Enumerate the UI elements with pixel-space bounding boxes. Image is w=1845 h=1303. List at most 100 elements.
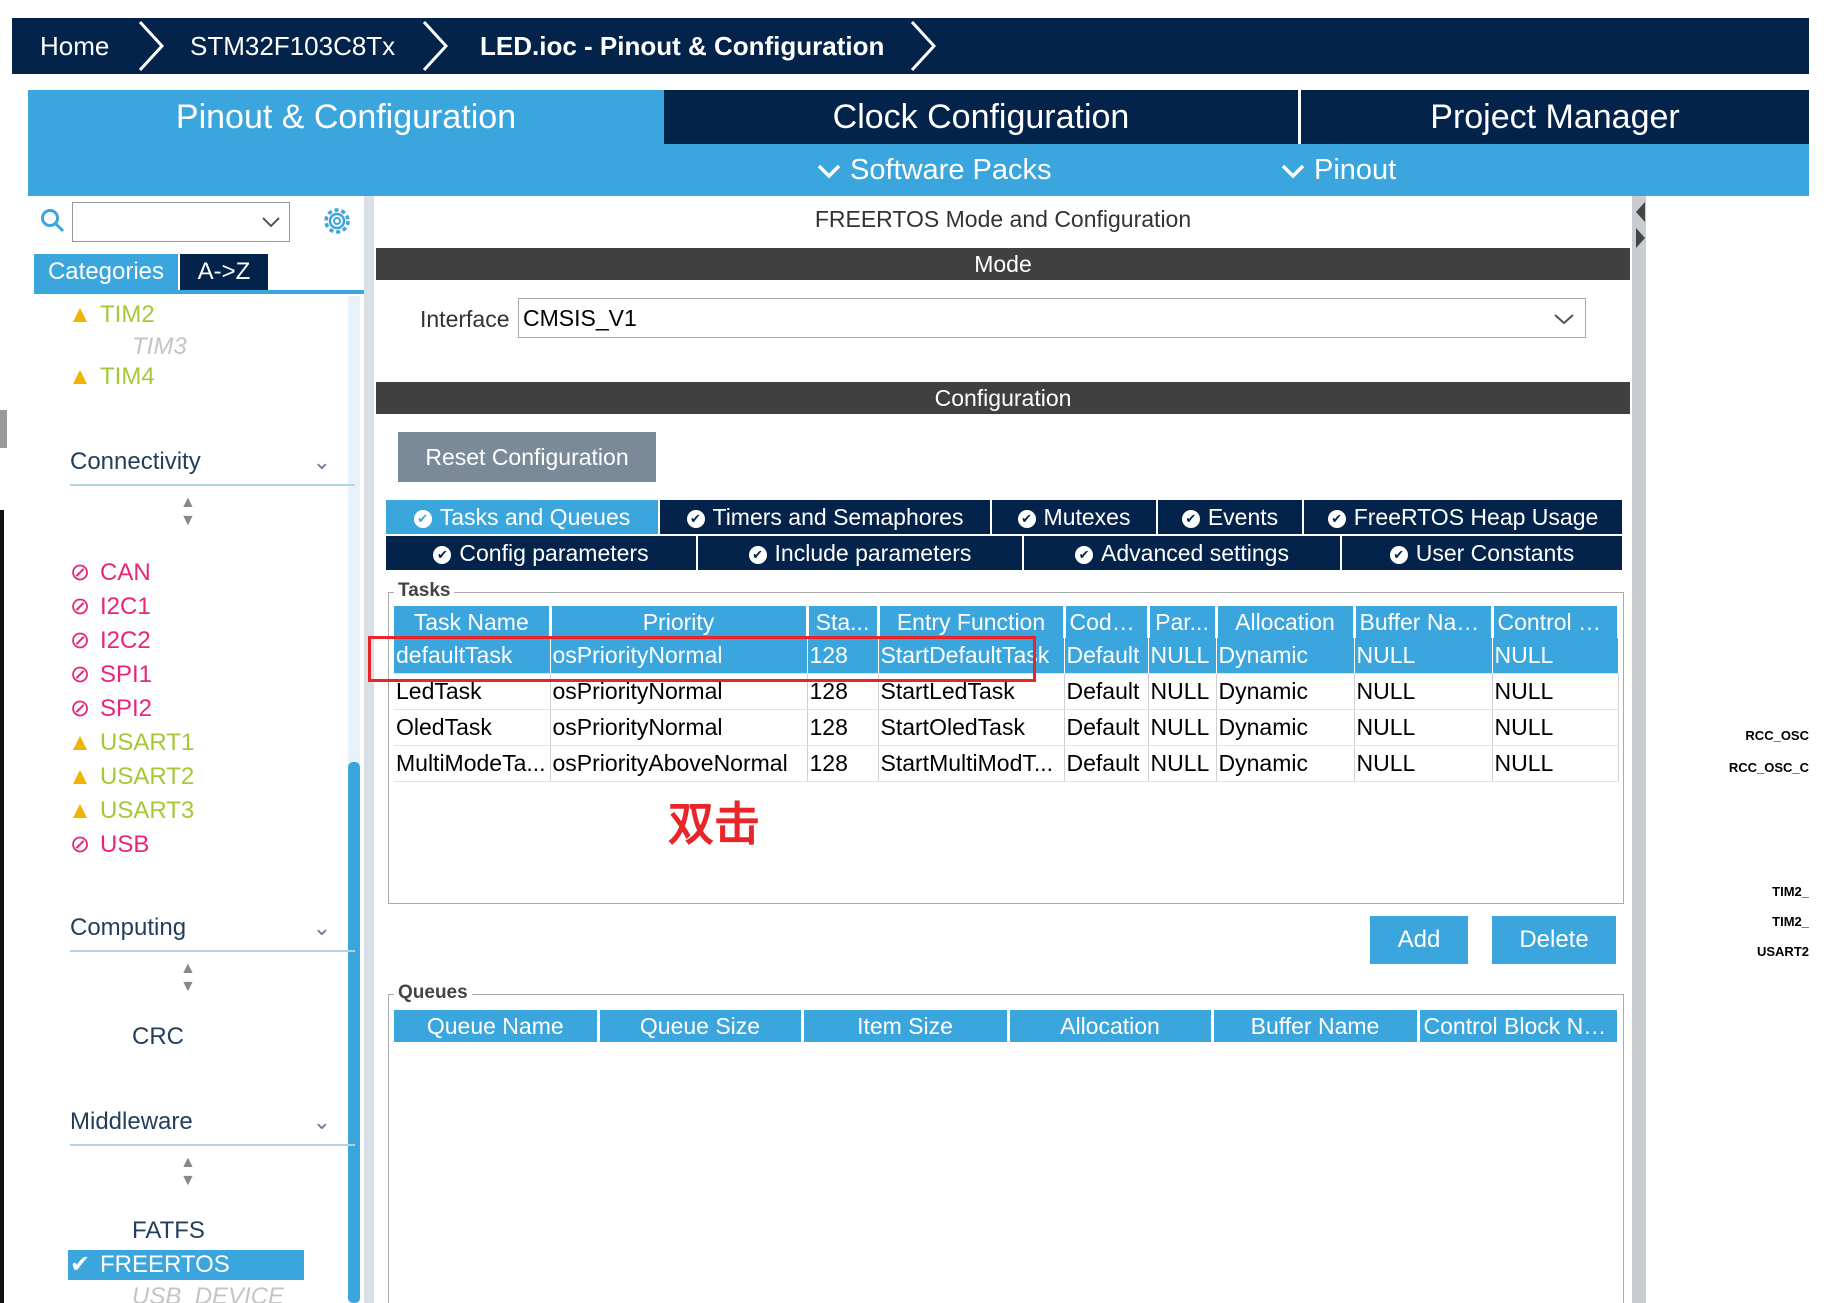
table-cell: NULL [1148, 673, 1217, 710]
section-middleware[interactable]: Middleware ⌄ [70, 1100, 355, 1146]
blocked-icon: ⊘ [69, 593, 91, 620]
tab-a-z[interactable]: A->Z [180, 254, 268, 290]
table-row[interactable]: OledTask osPriorityNormal 128 StartOledTask… [394, 709, 1619, 746]
peripheral-item-tim3[interactable]: TIM3 [100, 332, 187, 362]
gear-icon[interactable] [320, 204, 354, 238]
middleware-item-usb-device[interactable]: USB_DEVICE [100, 1282, 284, 1303]
table-cell: Default [1064, 709, 1149, 746]
column-header[interactable]: Buffer Name [1212, 1010, 1420, 1042]
interface-select[interactable]: CMSIS_V1 [518, 298, 1586, 338]
column-header[interactable]: Queue Size [598, 1010, 804, 1042]
peripheral-item-tim4[interactable]: ▲ TIM4 [68, 362, 155, 392]
column-header[interactable]: Control Bl... [1492, 606, 1620, 638]
left-scrollbar-thumb[interactable] [348, 762, 360, 1303]
tasks-table: Task Name Priority Sta... Entry Function… [394, 606, 1620, 782]
column-header[interactable]: Sta... [807, 606, 880, 638]
peripheral-item-usart2[interactable]: ▲ USART2 [68, 762, 194, 792]
tab-user-constants[interactable]: ✔ User Constants [1342, 536, 1622, 570]
table-cell: Dynamic [1216, 638, 1355, 674]
column-header[interactable]: Task Name [394, 606, 552, 638]
tab-tasks-and-queues[interactable]: ✔ Tasks and Queues [386, 500, 658, 534]
tab-include-parameters[interactable]: ✔ Include parameters [698, 536, 1022, 570]
collapse-arrow-icon[interactable] [1634, 200, 1646, 250]
tab-advanced-settings[interactable]: ✔ Advanced settings [1024, 536, 1340, 570]
check-circle-icon: ✔ [748, 546, 767, 564]
table-cell: Default [1064, 638, 1149, 674]
breadcrumb-chevron-icon [138, 20, 165, 72]
chevron-down-icon [817, 165, 841, 179]
middleware-item-freertos[interactable]: ✔ FREERTOS [68, 1250, 304, 1280]
column-header[interactable]: Code... [1064, 606, 1150, 638]
pin-label: TIM2_ [1772, 884, 1809, 899]
panel-title: FREERTOS Mode and Configuration [814, 206, 1192, 232]
blocked-icon: ⊘ [69, 559, 91, 586]
table-cell: NULL [1148, 638, 1217, 674]
table-row[interactable]: MultiModeTa... osPriorityAboveNormal 128 St… [394, 745, 1619, 782]
column-header[interactable]: Buffer Name [1354, 606, 1494, 638]
check-circle-icon: ✔ [1181, 510, 1200, 528]
section-connectivity[interactable]: Connectivity ⌄ [70, 440, 355, 486]
add-task-button[interactable]: Add [1370, 916, 1468, 964]
sort-icon[interactable]: ▲ ▼ [180, 494, 196, 530]
column-header[interactable]: Allocation [1216, 606, 1356, 638]
warning-icon: ▲ [68, 729, 92, 756]
column-header[interactable]: Priority [550, 606, 809, 638]
search-input[interactable] [72, 202, 290, 242]
freertos-config-panel: FREERTOS Mode and Configuration Mode Int… [368, 196, 1630, 1303]
tab-timers-and-semaphores[interactable]: ✔ Timers and Semaphores [660, 500, 990, 534]
panel-splitter[interactable] [364, 196, 374, 1303]
section-computing[interactable]: Computing ⌄ [70, 906, 355, 952]
peripheral-item-spi1[interactable]: ⊘ SPI1 [68, 660, 152, 690]
tab-pinout-configuration[interactable]: Pinout & Configuration [28, 90, 664, 144]
breadcrumb-current[interactable]: LED.ioc - Pinout & Configuration [480, 18, 884, 74]
tab-config-parameters[interactable]: ✔ Config parameters [386, 536, 696, 570]
main-scrollbar[interactable] [1632, 196, 1646, 1303]
breadcrumb-home[interactable]: Home [40, 18, 109, 74]
configuration-header: Configuration [376, 382, 1630, 414]
sort-icon[interactable]: ▲ ▼ [180, 1154, 196, 1190]
peripheral-item-usart1[interactable]: ▲ USART1 [68, 728, 194, 758]
breadcrumb-mcu[interactable]: STM32F103C8Tx [190, 18, 395, 74]
table-cell: NULL [1354, 745, 1493, 782]
check-circle-icon: ✔ [433, 546, 452, 564]
peripheral-item-usart3[interactable]: ▲ USART3 [68, 796, 194, 826]
queues-table-header: Queue Name Queue Size Item Size Allocati… [394, 1010, 1620, 1042]
search-icon[interactable] [40, 208, 66, 234]
tab-mutexes[interactable]: ✔ Mutexes [992, 500, 1156, 534]
tab-clock-configuration[interactable]: Clock Configuration [664, 90, 1298, 144]
tab-project-manager[interactable]: Project Manager [1301, 90, 1809, 144]
column-header[interactable]: Par... [1148, 606, 1218, 638]
interface-label: Interface [420, 306, 510, 332]
chevron-down-icon [1281, 165, 1305, 179]
column-header[interactable]: Entry Function [878, 606, 1066, 638]
peripheral-item-spi2[interactable]: ⊘ SPI2 [68, 694, 152, 724]
middleware-item-fatfs[interactable]: FATFS [100, 1216, 205, 1246]
column-header[interactable]: Control Block Na... [1418, 1010, 1620, 1042]
highlight-box [368, 636, 1036, 682]
peripheral-item-can[interactable]: ⊘ CAN [68, 558, 151, 588]
tab-categories[interactable]: Categories [34, 254, 178, 290]
column-header[interactable]: Queue Name [394, 1010, 600, 1042]
check-circle-icon: ✔ [413, 510, 432, 528]
tasks-legend: Tasks [394, 580, 455, 602]
delete-task-button[interactable]: Delete [1492, 916, 1616, 964]
peripheral-item-crc[interactable]: CRC [100, 1022, 184, 1052]
software-packs-menu[interactable]: Software Packs [816, 144, 1051, 196]
column-header[interactable]: Allocation [1008, 1010, 1214, 1042]
reset-configuration-button[interactable]: Reset Configuration [398, 432, 656, 482]
window-edge-fragment [0, 410, 7, 448]
peripheral-item-tim2[interactable]: ▲ TIM2 [68, 300, 155, 330]
column-header[interactable]: Item Size [802, 1010, 1010, 1042]
tab-events[interactable]: ✔ Events [1158, 500, 1302, 534]
table-cell: NULL [1492, 709, 1619, 746]
peripheral-item-usb[interactable]: ⊘ USB [68, 830, 149, 860]
blocked-icon: ⊘ [69, 627, 91, 654]
blocked-icon: ⊘ [69, 831, 91, 858]
table-cell: OledTask [394, 709, 551, 746]
table-cell: Dynamic [1216, 745, 1355, 782]
pinout-menu[interactable]: Pinout [1280, 144, 1396, 196]
sort-icon[interactable]: ▲ ▼ [180, 960, 196, 996]
tab-freertos-heap-usage[interactable]: ✔ FreeRTOS Heap Usage [1304, 500, 1622, 534]
peripheral-item-i2c2[interactable]: ⊘ I2C2 [68, 626, 151, 656]
peripheral-item-i2c1[interactable]: ⊘ I2C1 [68, 592, 151, 622]
